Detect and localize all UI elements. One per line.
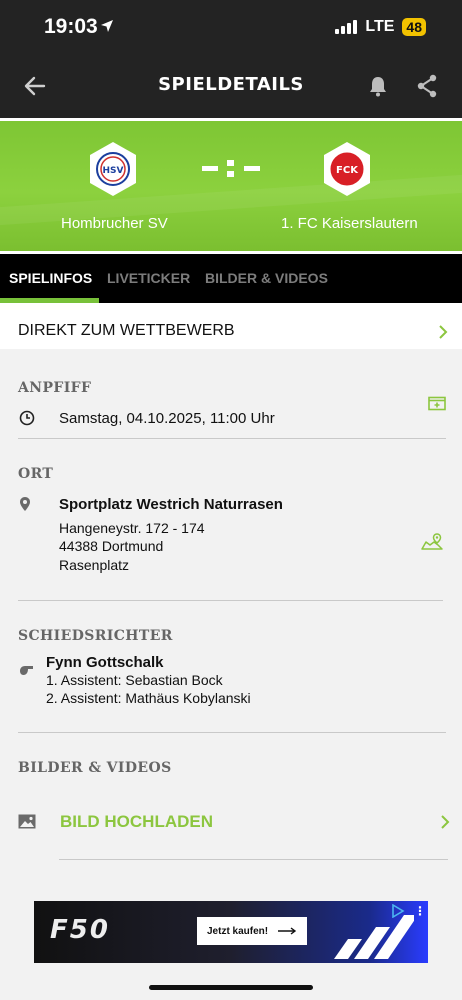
tab-bilder-videos[interactable]: BILDER & VIDEOS bbox=[205, 270, 328, 286]
section-title-anpfiff: ANPFIFF bbox=[18, 380, 92, 396]
away-crest-text: FCK bbox=[336, 165, 359, 176]
away-team-crest[interactable]: FCK bbox=[322, 141, 372, 197]
ad-choices-icon[interactable] bbox=[391, 904, 405, 918]
assistant-2: 2. Assistent: Mathäus Kobylanski bbox=[46, 690, 251, 706]
upload-label: BILD HOCHLADEN bbox=[60, 812, 213, 831]
bell-icon[interactable] bbox=[368, 75, 388, 97]
ad-menu-icon[interactable]: ⋮ bbox=[414, 904, 426, 918]
location-pin-icon bbox=[20, 497, 30, 511]
add-to-calendar-icon[interactable] bbox=[428, 395, 446, 411]
location-arrow-icon bbox=[101, 20, 113, 32]
whistle-icon bbox=[20, 666, 33, 675]
map-icon[interactable] bbox=[421, 533, 443, 551]
away-team-name[interactable]: 1. FC Kaiserslautern bbox=[281, 215, 418, 232]
assistant-1: 1. Assistent: Sebastian Bock bbox=[46, 672, 223, 688]
venue-street: Hangeneystr. 172 - 174 bbox=[59, 520, 205, 536]
tab-spielinfos[interactable]: SPIELINFOS bbox=[9, 270, 92, 286]
status-bar: 19:03 LTE 48 bbox=[0, 0, 462, 56]
match-header: HSV FCK Hombrucher SV 1. FC Kaiserslaute… bbox=[0, 118, 462, 254]
network-type: LTE bbox=[365, 18, 395, 35]
section-title-bilder: BILDER & VIDEOS bbox=[18, 760, 172, 776]
image-icon bbox=[18, 814, 36, 829]
home-crest-text: HSV bbox=[103, 166, 124, 176]
upload-image-row[interactable]: BILD HOCHLADEN bbox=[0, 800, 462, 844]
venue-surface: Rasenplatz bbox=[59, 557, 130, 573]
tab-liveticker[interactable]: LIVETICKER bbox=[107, 270, 190, 286]
wettbewerb-label: DIREKT ZUM WETTBEWERB bbox=[18, 322, 235, 339]
tab-bar: SPIELINFOS LIVETICKER BILDER & VIDEOS bbox=[0, 254, 462, 303]
divider bbox=[18, 732, 446, 733]
venue-city: 44388 Dortmund bbox=[59, 538, 164, 554]
ad-cta-button[interactable]: Jetzt kaufen! bbox=[197, 917, 307, 945]
ad-cta-label: Jetzt kaufen! bbox=[207, 925, 269, 937]
status-time: 19:03 bbox=[44, 15, 98, 38]
page-title: SPIELDETAILS bbox=[158, 74, 304, 95]
home-team-name[interactable]: Hombrucher SV bbox=[61, 215, 168, 232]
battery-icon: 48 bbox=[402, 18, 426, 36]
chevron-right-icon bbox=[439, 325, 448, 339]
venue-name: Sportplatz Westrich Naturrasen bbox=[59, 496, 283, 513]
ad-banner[interactable]: F50 Jetzt kaufen! ⋮ bbox=[34, 901, 428, 963]
home-indicator[interactable] bbox=[149, 985, 313, 990]
section-title-ort: ORT bbox=[18, 466, 54, 482]
divider bbox=[18, 438, 446, 439]
signal-icon bbox=[335, 20, 358, 34]
clock-icon bbox=[19, 410, 35, 426]
home-team-crest[interactable]: HSV bbox=[88, 141, 138, 197]
divider bbox=[59, 859, 448, 860]
divider bbox=[18, 600, 443, 601]
kickoff-datetime: Samstag, 04.10.2025, 11:00 Uhr bbox=[59, 410, 275, 427]
wettbewerb-link[interactable]: DIREKT ZUM WETTBEWERB bbox=[0, 303, 462, 349]
section-title-schiedsrichter: SCHIEDSRICHTER bbox=[18, 628, 173, 644]
referee-name: Fynn Gottschalk bbox=[46, 654, 164, 671]
score-display bbox=[202, 160, 260, 177]
share-icon[interactable] bbox=[416, 74, 438, 98]
ad-logo: F50 bbox=[50, 915, 110, 945]
arrow-right-icon bbox=[278, 927, 297, 935]
chevron-right-icon bbox=[441, 815, 450, 829]
nav-bar: SPIELDETAILS bbox=[0, 56, 462, 118]
